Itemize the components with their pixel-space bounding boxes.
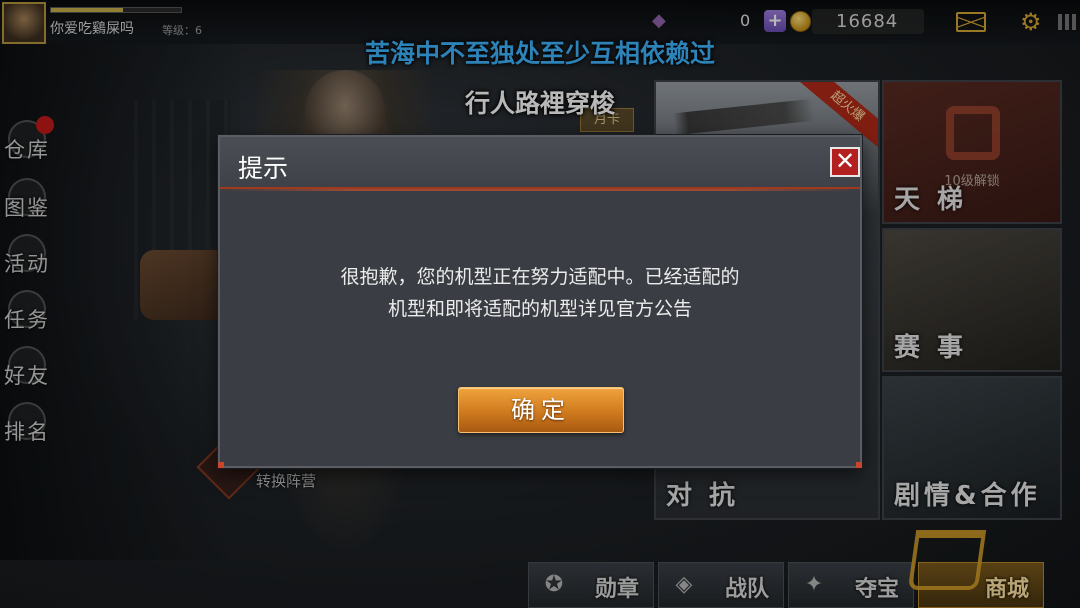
dialog-corner-ornament (856, 462, 862, 468)
notice-dialog: 提示 ✕ 很抱歉，您的机型正在努力适配中。已经适配的 机型和即将适配的机型详见官… (218, 135, 862, 468)
dialog-corner-ornament (218, 462, 224, 468)
dialog-message-line-2: 机型和即将适配的机型详见官方公告 (387, 298, 692, 320)
close-button[interactable]: ✕ (830, 147, 860, 177)
dialog-message-line-1: 很抱歉，您的机型正在努力适配中。已经适配的 (340, 266, 740, 288)
dialog-title: 提示 (238, 154, 289, 183)
confirm-button[interactable]: 确定 (458, 387, 624, 433)
dialog-message: 很抱歉，您的机型正在努力适配中。已经适配的 机型和即将适配的机型详见官方公告 (260, 261, 820, 325)
dialog-header: 提示 ✕ (220, 137, 860, 191)
